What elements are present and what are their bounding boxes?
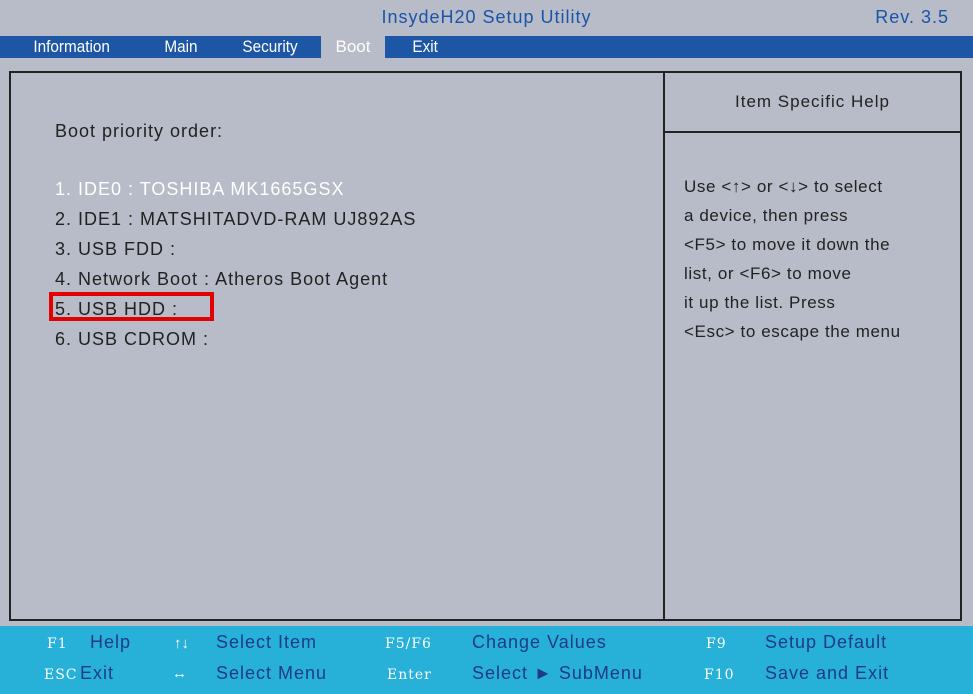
help-header-divider bbox=[665, 131, 960, 133]
f5-f6-key: F5/F6 bbox=[385, 636, 432, 652]
tab-security[interactable]: Security bbox=[237, 36, 303, 58]
esc-key: ESC bbox=[44, 667, 78, 683]
enter-key: Enter bbox=[387, 667, 432, 683]
tab-boot[interactable]: Boot bbox=[321, 36, 385, 58]
select-menu-desc: Select Menu bbox=[216, 663, 328, 683]
app-title: InsydeH20 Setup Utility bbox=[381, 7, 592, 27]
change-values-desc: Change Values bbox=[472, 632, 607, 652]
title-bar: InsydeH20 Setup Utility Rev. 3.5 bbox=[0, 0, 973, 36]
help-line: <F5> to move it down the bbox=[684, 235, 891, 254]
select-item-desc: Select Item bbox=[216, 632, 318, 652]
panel-divider bbox=[663, 73, 665, 619]
f9-key: F9 bbox=[706, 636, 727, 652]
up-down-arrows-icon: ↑↓ bbox=[174, 635, 189, 652]
exit-key-desc: Exit bbox=[80, 663, 115, 683]
select-submenu-desc: Select ► SubMenu bbox=[472, 663, 643, 683]
f10-key: F10 bbox=[704, 667, 735, 683]
boot-item-usb-fdd[interactable]: 3. USB FDD : bbox=[55, 239, 176, 260]
help-line: Use <↑> or <↓> to select bbox=[684, 177, 883, 196]
setup-default-desc: Setup Default bbox=[765, 632, 888, 652]
tab-information[interactable]: Information bbox=[28, 36, 115, 58]
revision-label: Rev. 3.5 bbox=[875, 7, 949, 27]
save-exit-desc: Save and Exit bbox=[765, 663, 890, 683]
help-line: list, or <F6> to move bbox=[684, 264, 852, 283]
menu-bar: Information Main Security Boot Exit bbox=[0, 36, 973, 58]
boot-item-ide0[interactable]: 1. IDE0 : TOSHIBA MK1665GSX bbox=[55, 179, 344, 200]
boot-item-network-boot[interactable]: 4. Network Boot : Atheros Boot Agent bbox=[55, 269, 388, 290]
left-right-arrows-icon: ↔ bbox=[172, 665, 187, 682]
f1-key: F1 bbox=[47, 636, 68, 652]
help-line: it up the list. Press bbox=[684, 293, 836, 312]
boot-priority-label: Boot priority order: bbox=[55, 121, 224, 141]
help-key-desc: Help bbox=[90, 632, 132, 652]
usb-hdd-highlight-box bbox=[49, 292, 214, 321]
help-line: <Esc> to escape the menu bbox=[684, 322, 901, 341]
help-panel-title: Item Specific Help bbox=[735, 92, 890, 111]
tab-exit[interactable]: Exit bbox=[407, 36, 443, 58]
boot-item-usb-cdrom[interactable]: 6. USB CDROM : bbox=[55, 329, 209, 350]
help-line: a device, then press bbox=[684, 206, 849, 225]
key-legend-bar: F1 Help ESC Exit ↑↓ Select Item ↔ Select… bbox=[0, 626, 973, 694]
boot-item-ide1[interactable]: 2. IDE1 : MATSHITADVD-RAM UJ892AS bbox=[55, 209, 416, 230]
tab-main[interactable]: Main bbox=[159, 36, 203, 58]
